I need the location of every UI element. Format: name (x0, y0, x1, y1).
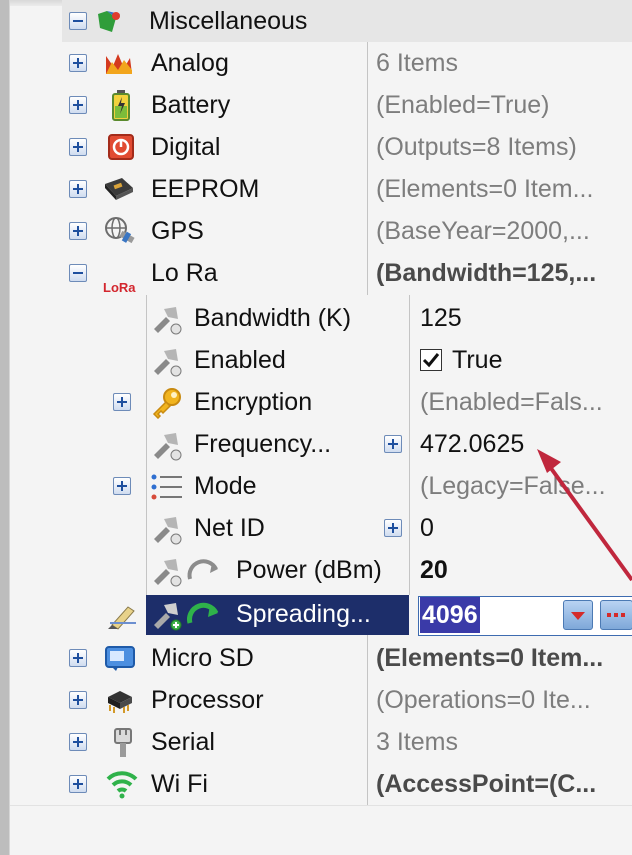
annotation-arrow (537, 449, 632, 582)
annotation-arrow-shaft (543, 458, 632, 582)
annotation-arrow-head (537, 449, 561, 473)
